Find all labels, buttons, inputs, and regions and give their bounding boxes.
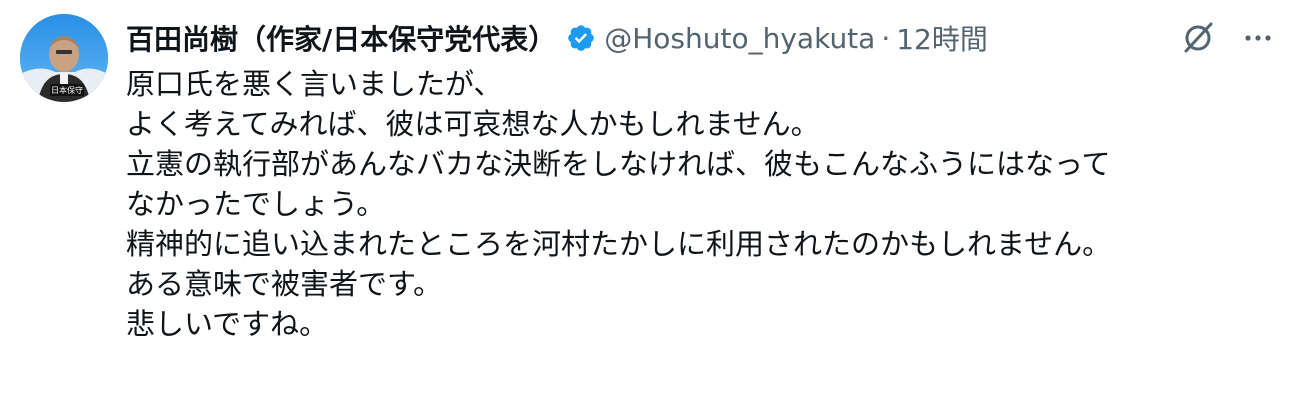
- separator-dot: ·: [881, 21, 891, 55]
- tweet-header: 百田尚樹（作家/日本保守党代表） @Hoshuto_hyakuta · 12時間: [126, 14, 1274, 62]
- author-handle[interactable]: @Hoshuto_hyakuta: [604, 22, 875, 55]
- timestamp[interactable]: 12時間: [896, 18, 988, 58]
- tweet-text-line: よく考えてみれば、彼は可哀想な人かもしれません。: [126, 107, 820, 141]
- author-display-name[interactable]: 百田尚樹（作家/日本保守党代表）: [126, 18, 556, 58]
- tweet-text-line: 原口氏を悪く言いましたが、: [126, 67, 503, 101]
- tweet-text-line: ある意味で被害者です。: [126, 267, 443, 301]
- tweet-text-line: 立憲の執行部があんなバカな決断をしなければ、彼もこんなふうにはなって: [126, 147, 1111, 181]
- tweet-actions: [1180, 14, 1274, 62]
- tweet-text-line: なかったでしょう。: [126, 187, 386, 221]
- avatar[interactable]: 日本保守: [20, 14, 108, 102]
- more-icon[interactable]: [1242, 22, 1274, 54]
- tweet-text-line: 悲しいですね。: [126, 307, 329, 341]
- grok-icon[interactable]: [1180, 20, 1216, 56]
- tweet-text-line: 精神的に追い込まれたところを河村たかしに利用されたのかもしれません。: [126, 227, 1112, 261]
- verified-badge-icon[interactable]: [566, 23, 596, 53]
- tweet-card[interactable]: 日本保守 百田尚樹（作家/日本保守党代表） @Hoshuto_hyakuta ·…: [0, 0, 1294, 409]
- tweet-body: 原口氏を悪く言いましたが、 よく考えてみれば、彼は可哀想な人かもしれません。 立…: [126, 64, 1274, 344]
- profile-photo-icon: 日本保守: [20, 14, 108, 102]
- svg-text:日本保守: 日本保守: [51, 85, 83, 95]
